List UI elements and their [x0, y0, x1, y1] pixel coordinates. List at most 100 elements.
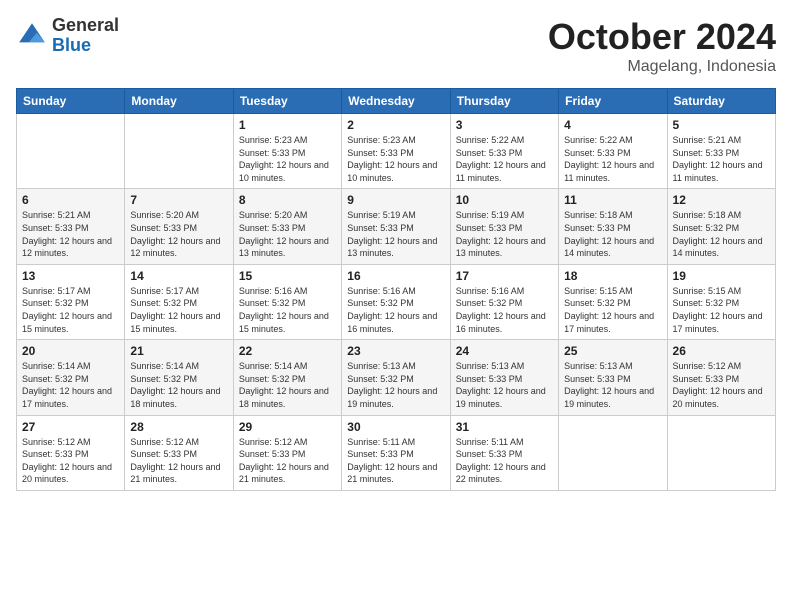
- day-info: Sunrise: 5:20 AM Sunset: 5:33 PM Dayligh…: [239, 209, 336, 259]
- day-number: 4: [564, 118, 661, 132]
- day-number: 23: [347, 344, 444, 358]
- logo-icon: [16, 20, 48, 52]
- weekday-header: Wednesday: [342, 89, 450, 114]
- calendar-cell: 8 Sunrise: 5:20 AM Sunset: 5:33 PM Dayli…: [233, 189, 341, 264]
- calendar-cell: 14 Sunrise: 5:17 AM Sunset: 5:32 PM Dayl…: [125, 264, 233, 339]
- day-number: 6: [22, 193, 119, 207]
- day-info: Sunrise: 5:12 AM Sunset: 5:33 PM Dayligh…: [673, 360, 770, 410]
- calendar-cell: 3 Sunrise: 5:22 AM Sunset: 5:33 PM Dayli…: [450, 114, 558, 189]
- day-number: 21: [130, 344, 227, 358]
- calendar-cell: 23 Sunrise: 5:13 AM Sunset: 5:32 PM Dayl…: [342, 340, 450, 415]
- day-info: Sunrise: 5:16 AM Sunset: 5:32 PM Dayligh…: [456, 285, 553, 335]
- day-info: Sunrise: 5:23 AM Sunset: 5:33 PM Dayligh…: [239, 134, 336, 184]
- location: Magelang, Indonesia: [548, 58, 776, 76]
- calendar-cell: 16 Sunrise: 5:16 AM Sunset: 5:32 PM Dayl…: [342, 264, 450, 339]
- day-info: Sunrise: 5:14 AM Sunset: 5:32 PM Dayligh…: [130, 360, 227, 410]
- day-info: Sunrise: 5:18 AM Sunset: 5:33 PM Dayligh…: [564, 209, 661, 259]
- day-number: 26: [673, 344, 770, 358]
- day-info: Sunrise: 5:12 AM Sunset: 5:33 PM Dayligh…: [130, 436, 227, 486]
- month-title: October 2024: [548, 16, 776, 58]
- day-info: Sunrise: 5:19 AM Sunset: 5:33 PM Dayligh…: [456, 209, 553, 259]
- day-number: 5: [673, 118, 770, 132]
- day-info: Sunrise: 5:22 AM Sunset: 5:33 PM Dayligh…: [456, 134, 553, 184]
- calendar-cell: 19 Sunrise: 5:15 AM Sunset: 5:32 PM Dayl…: [667, 264, 775, 339]
- day-info: Sunrise: 5:13 AM Sunset: 5:32 PM Dayligh…: [347, 360, 444, 410]
- day-info: Sunrise: 5:22 AM Sunset: 5:33 PM Dayligh…: [564, 134, 661, 184]
- calendar-cell: [17, 114, 125, 189]
- day-number: 28: [130, 420, 227, 434]
- calendar-cell: 24 Sunrise: 5:13 AM Sunset: 5:33 PM Dayl…: [450, 340, 558, 415]
- day-info: Sunrise: 5:15 AM Sunset: 5:32 PM Dayligh…: [673, 285, 770, 335]
- day-info: Sunrise: 5:20 AM Sunset: 5:33 PM Dayligh…: [130, 209, 227, 259]
- day-number: 29: [239, 420, 336, 434]
- calendar-cell: 28 Sunrise: 5:12 AM Sunset: 5:33 PM Dayl…: [125, 415, 233, 490]
- day-number: 17: [456, 269, 553, 283]
- calendar-cell: 21 Sunrise: 5:14 AM Sunset: 5:32 PM Dayl…: [125, 340, 233, 415]
- day-info: Sunrise: 5:12 AM Sunset: 5:33 PM Dayligh…: [22, 436, 119, 486]
- day-number: 2: [347, 118, 444, 132]
- calendar-cell: [125, 114, 233, 189]
- calendar-week-row: 1 Sunrise: 5:23 AM Sunset: 5:33 PM Dayli…: [17, 114, 776, 189]
- calendar-week-row: 13 Sunrise: 5:17 AM Sunset: 5:32 PM Dayl…: [17, 264, 776, 339]
- calendar-table: SundayMondayTuesdayWednesdayThursdayFrid…: [16, 88, 776, 491]
- day-number: 3: [456, 118, 553, 132]
- day-info: Sunrise: 5:12 AM Sunset: 5:33 PM Dayligh…: [239, 436, 336, 486]
- calendar-cell: 2 Sunrise: 5:23 AM Sunset: 5:33 PM Dayli…: [342, 114, 450, 189]
- day-number: 7: [130, 193, 227, 207]
- day-number: 19: [673, 269, 770, 283]
- day-number: 20: [22, 344, 119, 358]
- day-number: 14: [130, 269, 227, 283]
- calendar-cell: 4 Sunrise: 5:22 AM Sunset: 5:33 PM Dayli…: [559, 114, 667, 189]
- calendar-cell: 27 Sunrise: 5:12 AM Sunset: 5:33 PM Dayl…: [17, 415, 125, 490]
- calendar-cell: 26 Sunrise: 5:12 AM Sunset: 5:33 PM Dayl…: [667, 340, 775, 415]
- day-number: 27: [22, 420, 119, 434]
- calendar-cell: 6 Sunrise: 5:21 AM Sunset: 5:33 PM Dayli…: [17, 189, 125, 264]
- calendar-cell: 11 Sunrise: 5:18 AM Sunset: 5:33 PM Dayl…: [559, 189, 667, 264]
- calendar-cell: 15 Sunrise: 5:16 AM Sunset: 5:32 PM Dayl…: [233, 264, 341, 339]
- calendar-cell: 9 Sunrise: 5:19 AM Sunset: 5:33 PM Dayli…: [342, 189, 450, 264]
- calendar-cell: 29 Sunrise: 5:12 AM Sunset: 5:33 PM Dayl…: [233, 415, 341, 490]
- calendar-cell: 20 Sunrise: 5:14 AM Sunset: 5:32 PM Dayl…: [17, 340, 125, 415]
- day-number: 30: [347, 420, 444, 434]
- calendar-week-row: 6 Sunrise: 5:21 AM Sunset: 5:33 PM Dayli…: [17, 189, 776, 264]
- weekday-header: Friday: [559, 89, 667, 114]
- calendar-cell: 30 Sunrise: 5:11 AM Sunset: 5:33 PM Dayl…: [342, 415, 450, 490]
- logo-blue: Blue: [52, 35, 91, 55]
- calendar-cell: [559, 415, 667, 490]
- day-number: 15: [239, 269, 336, 283]
- day-info: Sunrise: 5:16 AM Sunset: 5:32 PM Dayligh…: [347, 285, 444, 335]
- calendar-week-row: 20 Sunrise: 5:14 AM Sunset: 5:32 PM Dayl…: [17, 340, 776, 415]
- title-block: October 2024 Magelang, Indonesia: [548, 16, 776, 76]
- day-number: 13: [22, 269, 119, 283]
- calendar-cell: [667, 415, 775, 490]
- day-number: 31: [456, 420, 553, 434]
- calendar-cell: 10 Sunrise: 5:19 AM Sunset: 5:33 PM Dayl…: [450, 189, 558, 264]
- day-info: Sunrise: 5:11 AM Sunset: 5:33 PM Dayligh…: [456, 436, 553, 486]
- calendar-cell: 5 Sunrise: 5:21 AM Sunset: 5:33 PM Dayli…: [667, 114, 775, 189]
- calendar-cell: 12 Sunrise: 5:18 AM Sunset: 5:32 PM Dayl…: [667, 189, 775, 264]
- day-number: 10: [456, 193, 553, 207]
- weekday-header: Tuesday: [233, 89, 341, 114]
- day-info: Sunrise: 5:19 AM Sunset: 5:33 PM Dayligh…: [347, 209, 444, 259]
- day-number: 22: [239, 344, 336, 358]
- weekday-header: Sunday: [17, 89, 125, 114]
- day-info: Sunrise: 5:18 AM Sunset: 5:32 PM Dayligh…: [673, 209, 770, 259]
- day-number: 18: [564, 269, 661, 283]
- day-info: Sunrise: 5:17 AM Sunset: 5:32 PM Dayligh…: [22, 285, 119, 335]
- weekday-header-row: SundayMondayTuesdayWednesdayThursdayFrid…: [17, 89, 776, 114]
- day-info: Sunrise: 5:15 AM Sunset: 5:32 PM Dayligh…: [564, 285, 661, 335]
- day-info: Sunrise: 5:21 AM Sunset: 5:33 PM Dayligh…: [673, 134, 770, 184]
- day-info: Sunrise: 5:17 AM Sunset: 5:32 PM Dayligh…: [130, 285, 227, 335]
- weekday-header: Thursday: [450, 89, 558, 114]
- day-number: 8: [239, 193, 336, 207]
- calendar-cell: 22 Sunrise: 5:14 AM Sunset: 5:32 PM Dayl…: [233, 340, 341, 415]
- day-info: Sunrise: 5:14 AM Sunset: 5:32 PM Dayligh…: [239, 360, 336, 410]
- logo: General Blue: [16, 16, 119, 56]
- weekday-header: Monday: [125, 89, 233, 114]
- calendar-cell: 1 Sunrise: 5:23 AM Sunset: 5:33 PM Dayli…: [233, 114, 341, 189]
- day-number: 24: [456, 344, 553, 358]
- calendar-week-row: 27 Sunrise: 5:12 AM Sunset: 5:33 PM Dayl…: [17, 415, 776, 490]
- day-info: Sunrise: 5:13 AM Sunset: 5:33 PM Dayligh…: [456, 360, 553, 410]
- day-number: 16: [347, 269, 444, 283]
- day-number: 9: [347, 193, 444, 207]
